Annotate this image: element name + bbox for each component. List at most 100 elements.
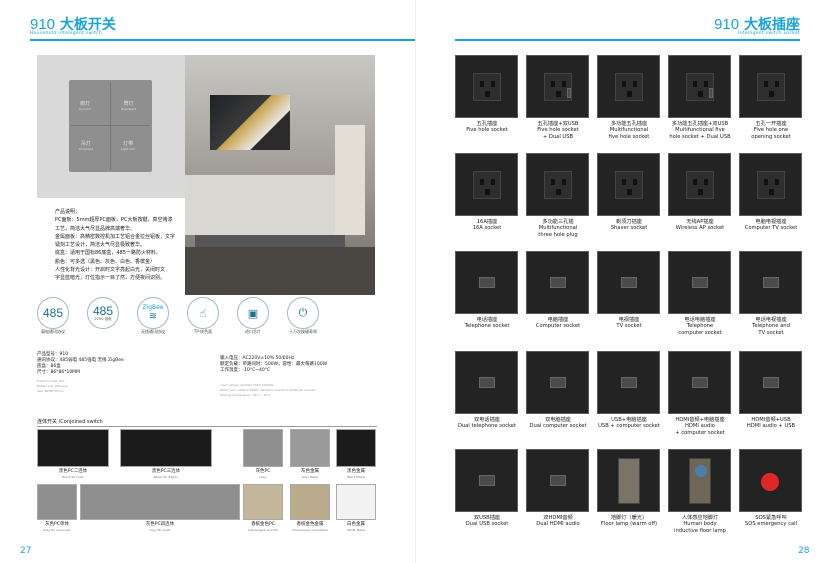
socket-name-en: Five hole socket + Dual USB xyxy=(537,127,579,140)
socket-tile-sixteen xyxy=(455,153,518,216)
socket-name-en: Telephone socket xyxy=(464,323,510,330)
socket-name-en: TV socket xyxy=(616,323,642,330)
combo-caption-10: 白色金属 White Metal xyxy=(347,522,365,532)
combo-grey-pc-monomer xyxy=(37,484,77,520)
socket-name-en: Telephone computer socket xyxy=(678,323,722,336)
socket-tile-fiveone xyxy=(739,55,802,118)
socket-face xyxy=(473,369,501,397)
socket-face xyxy=(757,369,785,397)
left-page-number: 27 xyxy=(20,546,32,556)
chip-icon: ▣ xyxy=(247,306,259,320)
right-page-number: 28 xyxy=(798,546,810,556)
usb-port-icon xyxy=(567,88,571,98)
socket-name-en: Dual HDMI audio xyxy=(536,521,580,528)
socket-tile-multi xyxy=(597,55,660,118)
socket-tile-tv xyxy=(597,251,660,314)
port-icon xyxy=(621,377,637,388)
socket-tile-usbpc xyxy=(597,351,660,414)
combo-grey-metal xyxy=(290,429,330,467)
socket-caption: 多功能五孔插座+双USB Multifunctional five hole so… xyxy=(662,121,738,140)
combo-white-metal xyxy=(336,484,376,520)
combo-grey-pc xyxy=(243,429,283,467)
port-icon xyxy=(763,277,779,288)
panel-button-2: 筒灯 Downlight xyxy=(121,101,137,111)
socket-face xyxy=(757,73,785,101)
socket-tile-hdmiusb xyxy=(739,351,802,414)
socket-name-en: SOS emergency call xyxy=(744,521,798,528)
panel-button-3: 吊灯 Droplight xyxy=(79,141,93,151)
panel-button-1: 廊灯 Corridor xyxy=(79,101,92,111)
specs-left-en: Product model: 910 Bottom box: 86 boxes … xyxy=(37,379,68,393)
socket-caption: 人体感应地脚灯 Human body inductive floor lamp xyxy=(662,515,738,534)
socket-hole xyxy=(485,189,490,195)
bed xyxy=(185,175,350,235)
port-icon xyxy=(550,277,566,288)
socket-tile-five xyxy=(455,55,518,118)
socket-caption: 16A插座 16A socket xyxy=(449,219,525,232)
socket-hole xyxy=(627,91,632,97)
socket-hole xyxy=(698,189,703,195)
right-header-rule xyxy=(455,39,800,41)
panel-button-4: 灯带 Light belt xyxy=(121,141,136,151)
socket-face xyxy=(473,269,501,297)
combo-champagne-gold-metal xyxy=(290,484,330,520)
socket-face xyxy=(544,171,572,199)
socket-face xyxy=(689,458,711,504)
socket-face xyxy=(615,369,643,397)
switch-closeup-image: 廊灯 Corridor 筒灯 Downlight 吊灯 Droplight 灯带 Lig… xyxy=(37,55,185,198)
socket-hole xyxy=(704,179,708,185)
combo-caption-6: 灰色PC单体 Grey PC monomer xyxy=(43,522,71,532)
sensor-icon xyxy=(695,465,707,477)
socket-face xyxy=(544,467,572,495)
combo-caption-2: 黑色PC三连体 Black PC Triplex xyxy=(151,469,181,479)
socket-caption: USB+电脑插座 USB + computer socket xyxy=(591,417,667,430)
socket-caption: 多功能三孔插 Multifunctional three hole plug xyxy=(520,219,596,238)
socket-caption: 五孔插座 Five hole socket xyxy=(449,121,525,134)
socket-hole xyxy=(551,81,555,87)
socket-hole xyxy=(556,91,561,97)
socket-hole xyxy=(556,189,561,195)
socket-name-en: Shaver socket xyxy=(610,225,648,232)
socket-face xyxy=(544,73,572,101)
combo-caption-9: 香槟金色金属 Champagne Gold Metal xyxy=(292,522,328,532)
socket-tile-pc2 xyxy=(526,351,589,414)
left-subtitle: Household intelligent switch xyxy=(30,31,103,36)
feature-lifetime: ⏻ 十万次按键寿命 xyxy=(287,297,319,335)
socket-face xyxy=(615,73,643,101)
socket-tile-sensor xyxy=(668,449,731,512)
socket-tile-shaver xyxy=(597,153,660,216)
specs-right-en: Input voltage: AC220V ±10% 50/60Hz Rated… xyxy=(220,383,316,397)
socket-hole xyxy=(622,81,626,87)
socket-name-en: Dual computer socket xyxy=(529,423,587,430)
socket-name-en: Five hole socket xyxy=(466,127,508,134)
socket-face xyxy=(757,171,785,199)
socket-tile-lamp xyxy=(597,449,660,512)
socket-caption: 无线AP插座 Wireless AP socket xyxy=(662,219,738,232)
socket-hole xyxy=(764,81,768,87)
switch-panel: 廊灯 Corridor 筒灯 Downlight 吊灯 Droplight 灯带 Lig… xyxy=(69,80,152,172)
socket-face xyxy=(544,369,572,397)
socket-hole xyxy=(693,81,697,87)
feature-icons: 485 弱电通讯协议 485 220V 强电 ZigBee ≋ 无线通讯协议 ☝ T… xyxy=(37,297,337,337)
socket-name-en: Dual telephone socket xyxy=(457,423,517,430)
socket-face xyxy=(686,369,714,397)
socket-caption: 电视插座 TV socket xyxy=(591,317,667,330)
socket-name-en: Human body inductive floor lamp xyxy=(674,521,726,534)
feature-485-weak: 485 弱电通讯协议 xyxy=(37,297,69,335)
socket-caption: 双USB插座 Dual USB socket xyxy=(449,515,525,528)
socket-hole xyxy=(775,179,779,185)
socket-name-en: Multifunctional three hole plug xyxy=(538,225,578,238)
socket-caption: 电话电脑插座 Telephone computer socket xyxy=(662,317,738,336)
socket-face xyxy=(544,269,572,297)
socket-hole xyxy=(491,81,495,87)
port-icon xyxy=(763,377,779,388)
switch-icon: ⏻ xyxy=(298,306,308,319)
socket-name-en: Telephone and TV socket xyxy=(752,323,790,336)
socket-tile-teltv xyxy=(739,251,802,314)
socket-caption: 电脑插座 Computer socket xyxy=(520,317,596,330)
wall-painting xyxy=(210,95,290,150)
combo-black-pc-triplex xyxy=(120,429,212,467)
socket-hole xyxy=(633,81,637,87)
socket-hole xyxy=(775,81,779,87)
socket-face xyxy=(473,73,501,101)
